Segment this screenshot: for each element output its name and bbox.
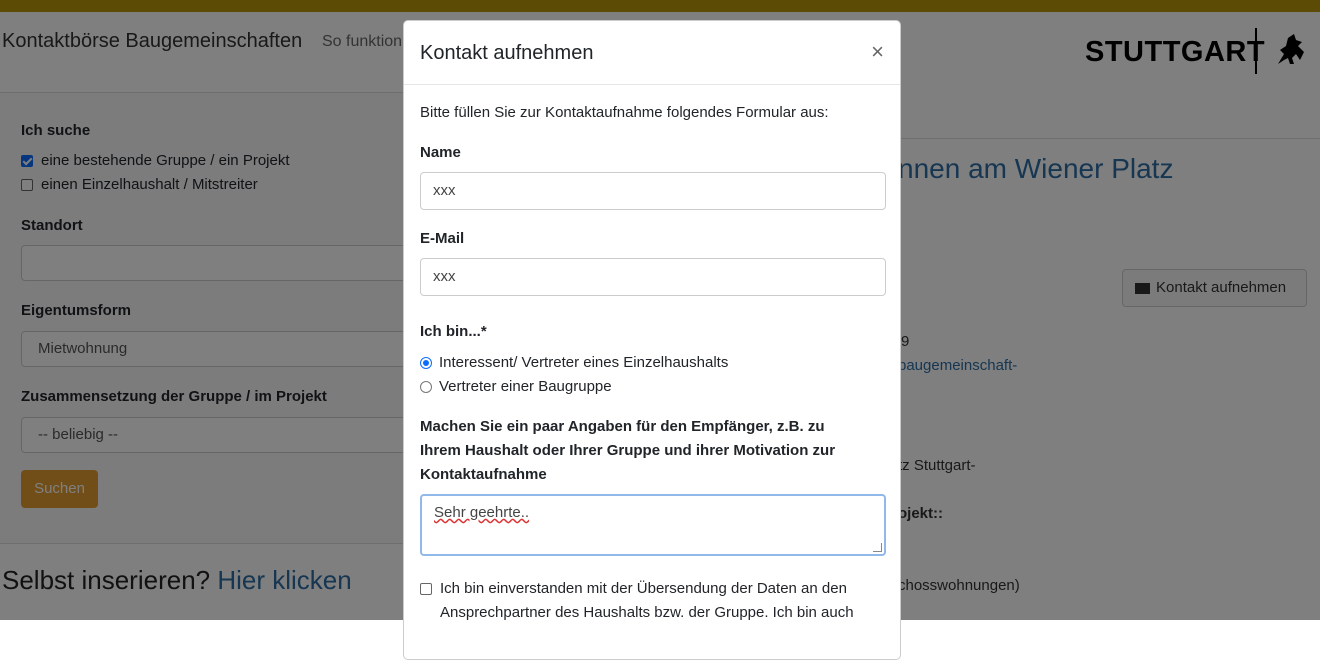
resize-grip-icon[interactable] [873, 543, 882, 552]
ichbin-label: Ich bin...* [420, 323, 487, 340]
consent-text: Ich bin einverstanden mit der Übersendun… [440, 577, 854, 625]
name-label: Name [420, 144, 461, 161]
message-label-line3: Kontaktaufnahme [420, 466, 547, 483]
email-input[interactable]: xxx [420, 258, 886, 296]
consent-checkbox[interactable] [420, 583, 432, 595]
radio-household[interactable] [420, 356, 432, 369]
contact-modal: Kontakt aufnehmen × Bitte füllen Sie zur… [403, 20, 901, 660]
consent-text-line2: Ansprechpartner des Haushalts bzw. der G… [440, 604, 854, 621]
email-label: E-Mail [420, 230, 465, 247]
radio-option-group[interactable]: Vertreter einer Baugruppe [420, 378, 612, 395]
message-label-line1: Machen Sie ein paar Angaben für den Empf… [420, 418, 825, 435]
modal-intro: Bitte füllen Sie zur Kontaktaufnahme fol… [420, 104, 829, 121]
message-label-line2: Ihrem Haushalt oder Ihrer Gruppe und ihr… [420, 442, 836, 459]
consent-text-line1: Ich bin einverstanden mit der Übersendun… [440, 580, 847, 597]
modal-header: Kontakt aufnehmen × [404, 21, 900, 85]
name-input[interactable]: xxx [420, 172, 886, 210]
consent-checkbox-row[interactable]: Ich bin einverstanden mit der Übersendun… [420, 577, 880, 625]
message-text: Sehr geehrte.. [434, 504, 530, 521]
close-icon[interactable]: × [871, 39, 884, 65]
message-textarea[interactable]: Sehr geehrte.. [420, 494, 886, 556]
radio-household-label: Interessent/ Vertreter eines Einzelhaush… [439, 354, 729, 371]
modal-title: Kontakt aufnehmen [420, 42, 594, 64]
radio-option-household[interactable]: Interessent/ Vertreter eines Einzelhaush… [420, 354, 728, 371]
radio-group-label: Vertreter einer Baugruppe [439, 378, 612, 395]
radio-group[interactable] [420, 380, 432, 393]
